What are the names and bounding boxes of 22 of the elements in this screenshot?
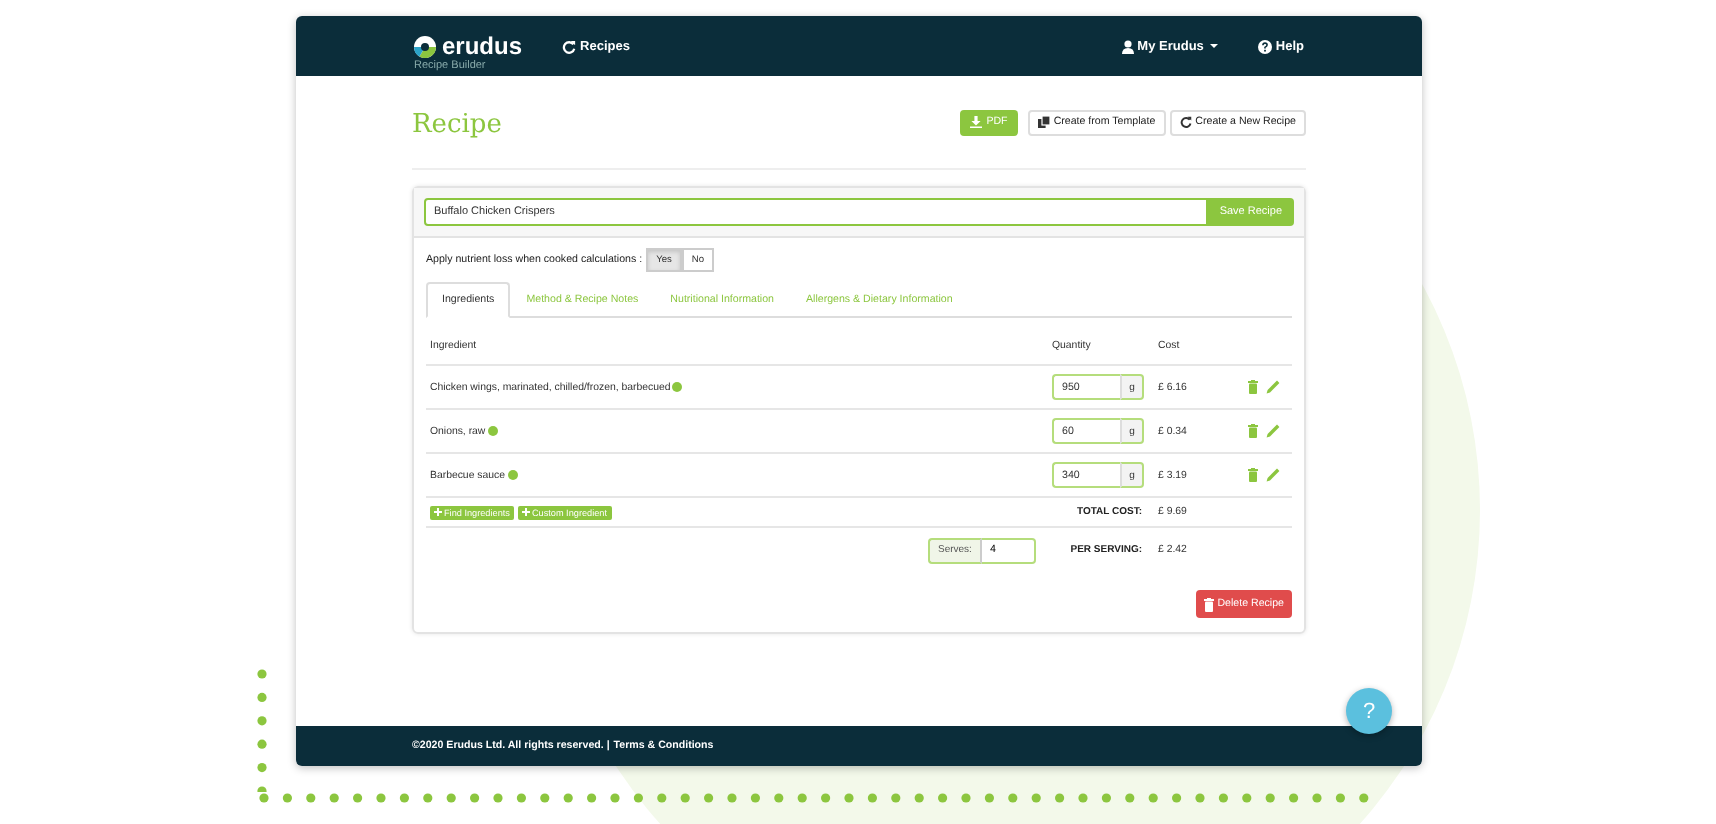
pencil-icon[interactable] (1266, 380, 1280, 394)
page-title: Recipe (412, 109, 502, 139)
pencil-icon[interactable] (1266, 468, 1280, 482)
caret-icon (1209, 44, 1218, 48)
logo-icon (414, 35, 436, 57)
refresh-icon (562, 39, 577, 53)
plus-icon (521, 508, 530, 516)
plus-icon (434, 508, 442, 516)
refresh-icon (1179, 116, 1192, 128)
info-icon[interactable] (672, 382, 683, 392)
trash-icon[interactable] (1248, 380, 1258, 394)
trash-icon (1203, 597, 1214, 611)
download-icon (970, 116, 983, 128)
help-icon (1257, 39, 1272, 53)
info-icon[interactable] (507, 470, 517, 480)
copy-icon (1037, 116, 1050, 128)
user-icon (1121, 39, 1134, 53)
info-icon[interactable] (487, 426, 498, 436)
trash-icon[interactable] (1248, 424, 1258, 438)
pencil-icon[interactable] (1266, 424, 1280, 438)
trash-icon[interactable] (1248, 468, 1258, 482)
logo-text: erudus (442, 34, 523, 58)
